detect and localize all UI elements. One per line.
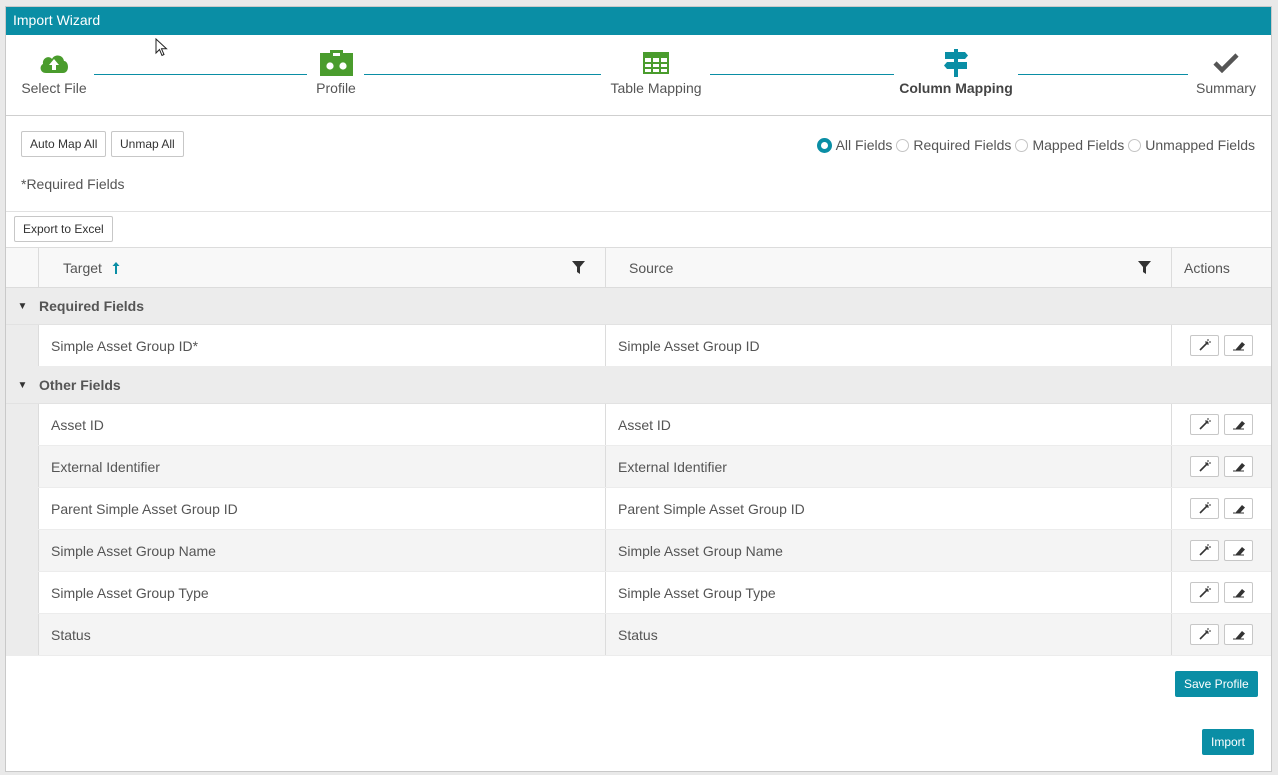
mouse-pointer-icon [155, 37, 168, 60]
save-profile-button[interactable]: Save Profile [1175, 671, 1258, 697]
radio-button[interactable] [1128, 138, 1142, 152]
auto-map-wand-button[interactable] [1190, 498, 1219, 519]
table-row: Simple Asset Group Name Simple Asset Gro… [6, 530, 1271, 572]
step-label: Select File [21, 80, 87, 96]
auto-map-all-button[interactable]: Auto Map All [21, 131, 107, 157]
radio-button[interactable] [816, 137, 832, 153]
unmap-all-button[interactable]: Unmap All [111, 131, 184, 157]
step-connector [710, 74, 894, 75]
grid-header: Target Source Actions [6, 248, 1271, 288]
collapse-caret-icon[interactable]: ▼ [6, 380, 39, 391]
row-actions [1172, 404, 1271, 445]
column-mapping-grid: Target Source Actions ▼ Required Fields … [6, 247, 1271, 656]
row-actions [1172, 325, 1271, 366]
row-actions [1172, 446, 1271, 487]
source-cell[interactable]: Asset ID [606, 404, 1172, 445]
table-row: Asset ID Asset ID [6, 404, 1271, 446]
auto-map-wand-button[interactable] [1190, 414, 1219, 435]
auto-map-wand-button[interactable] [1190, 335, 1219, 356]
import-button[interactable]: Import [1202, 729, 1255, 755]
radio-button[interactable] [896, 138, 910, 152]
row-actions [1172, 488, 1271, 529]
field-filter-radio-group: All Fields Required Fields Mapped Fields… [816, 137, 1255, 153]
unmap-eraser-button[interactable] [1224, 456, 1253, 477]
filter-mapped-fields[interactable]: Mapped Fields [1015, 137, 1124, 153]
step-connector [1018, 74, 1188, 75]
target-cell[interactable]: External Identifier [39, 446, 606, 487]
step-profile[interactable]: Profile [306, 49, 366, 96]
unmap-eraser-button[interactable] [1224, 540, 1253, 561]
table-row: Simple Asset Group ID* Simple Asset Grou… [6, 325, 1271, 367]
step-connector [94, 74, 307, 75]
step-label: Table Mapping [610, 80, 702, 96]
table-row: External Identifier External Identifier [6, 446, 1271, 488]
step-table-mapping[interactable]: Table Mapping [603, 49, 709, 96]
target-cell[interactable]: Status [39, 614, 606, 655]
source-cell[interactable]: Parent Simple Asset Group ID [606, 488, 1172, 529]
table-row: Status Status [6, 614, 1271, 656]
radio-button[interactable] [1015, 138, 1029, 152]
row-actions [1172, 614, 1271, 655]
unmap-eraser-button[interactable] [1224, 498, 1253, 519]
auto-map-wand-button[interactable] [1190, 582, 1219, 603]
unmap-eraser-button[interactable] [1224, 414, 1253, 435]
wizard-steps: Select File Profile Table Mapping Column… [6, 35, 1271, 116]
required-fields-note: *Required Fields [21, 176, 125, 192]
source-cell[interactable]: Simple Asset Group Type [606, 572, 1172, 613]
filter-icon[interactable] [1138, 261, 1151, 274]
table-row: Simple Asset Group Type Simple Asset Gro… [6, 572, 1271, 614]
target-cell[interactable]: Simple Asset Group Name [39, 530, 606, 571]
import-wizard-window: Import Wizard Select File Profile Table … [5, 6, 1272, 772]
sort-ascending-icon [112, 261, 120, 274]
step-label: Column Mapping [899, 80, 1013, 96]
auto-map-wand-button[interactable] [1190, 540, 1219, 561]
profile-icon [306, 49, 366, 77]
unmap-eraser-button[interactable] [1224, 335, 1253, 356]
row-actions [1172, 530, 1271, 571]
window-title: Import Wizard [6, 7, 1271, 35]
filter-required-fields[interactable]: Required Fields [896, 137, 1011, 153]
group-row-other-fields[interactable]: ▼ Other Fields [6, 367, 1271, 404]
divider [6, 211, 1271, 212]
target-cell[interactable]: Asset ID [39, 404, 606, 445]
group-row-required-fields[interactable]: ▼ Required Fields [6, 288, 1271, 325]
cloud-upload-icon [21, 49, 87, 77]
export-to-excel-button[interactable]: Export to Excel [14, 216, 113, 242]
auto-map-wand-button[interactable] [1190, 624, 1219, 645]
collapse-caret-icon[interactable]: ▼ [6, 301, 39, 312]
auto-map-wand-button[interactable] [1190, 456, 1219, 477]
step-connector [364, 74, 601, 75]
source-cell[interactable]: External Identifier [606, 446, 1172, 487]
source-column-header[interactable]: Source [606, 248, 1172, 287]
step-label: Profile [316, 80, 356, 96]
row-actions [1172, 572, 1271, 613]
table-row: Parent Simple Asset Group ID Parent Simp… [6, 488, 1271, 530]
filter-all-fields[interactable]: All Fields [816, 137, 892, 153]
target-column-header[interactable]: Target [39, 248, 606, 287]
filter-icon[interactable] [572, 261, 585, 274]
target-cell[interactable]: Simple Asset Group ID* [39, 325, 606, 366]
source-cell[interactable]: Simple Asset Group ID [606, 325, 1172, 366]
target-cell[interactable]: Parent Simple Asset Group ID [39, 488, 606, 529]
checkmark-icon [1193, 49, 1259, 77]
unmap-eraser-button[interactable] [1224, 582, 1253, 603]
source-cell[interactable]: Status [606, 614, 1172, 655]
target-cell[interactable]: Simple Asset Group Type [39, 572, 606, 613]
step-label: Summary [1196, 80, 1256, 96]
unmap-eraser-button[interactable] [1224, 624, 1253, 645]
actions-column-header: Actions [1184, 259, 1230, 276]
table-icon [603, 49, 709, 77]
filter-unmapped-fields[interactable]: Unmapped Fields [1128, 137, 1255, 153]
signpost-icon [897, 49, 1015, 77]
step-column-mapping[interactable]: Column Mapping [897, 49, 1015, 96]
step-select-file[interactable]: Select File [21, 49, 87, 96]
step-summary[interactable]: Summary [1193, 49, 1259, 96]
source-cell[interactable]: Simple Asset Group Name [606, 530, 1172, 571]
